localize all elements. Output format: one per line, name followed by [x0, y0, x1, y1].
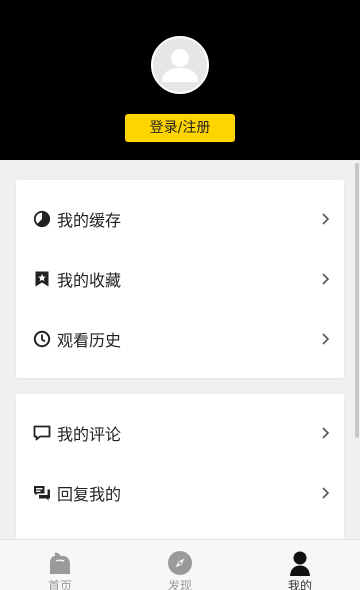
tab-label: 我的 — [287, 579, 312, 590]
pie-chart-icon — [33, 210, 51, 228]
chevron-right-icon — [322, 427, 330, 439]
tab-discover[interactable]: 发现 — [120, 540, 240, 590]
menu-item-replies[interactable]: 回复我的 — [16, 463, 344, 523]
bottom-tab-bar: 首页 发现 我的 — [0, 539, 360, 590]
comment-icon — [33, 424, 51, 442]
tab-mine[interactable]: 我的 — [240, 540, 360, 590]
compass-icon — [167, 550, 193, 576]
menu-item-history[interactable]: 观看历史 — [16, 309, 344, 369]
home-icon — [47, 550, 73, 576]
login-register-button[interactable]: 登录/注册 — [125, 114, 235, 142]
avatar[interactable] — [151, 36, 209, 94]
default-avatar-icon — [162, 49, 198, 82]
tab-home[interactable]: 首页 — [0, 540, 120, 590]
chevron-right-icon — [322, 213, 330, 225]
chevron-right-icon — [322, 487, 330, 499]
menu-item-label: 我的缓存 — [57, 211, 122, 230]
bookmark-star-icon — [33, 270, 51, 288]
reply-icon — [33, 484, 51, 502]
profile-icon — [287, 550, 313, 576]
clock-icon — [33, 330, 51, 348]
menu-item-my-comments[interactable]: 我的评论 — [16, 403, 344, 463]
menu-card-primary: 我的缓存 我的收藏 观看历史 — [16, 180, 344, 378]
scrollbar[interactable] — [355, 163, 359, 438]
menu-item-label: 我的评论 — [57, 425, 122, 444]
menu-item-cache[interactable]: 我的缓存 — [16, 189, 344, 249]
profile-header: 登录/注册 — [0, 0, 360, 160]
tab-label: 首页 — [47, 579, 72, 590]
chevron-right-icon — [322, 273, 330, 285]
menu-item-label: 我的收藏 — [57, 271, 122, 290]
menu-card-secondary: 我的评论 回复我的 — [16, 394, 344, 554]
menu-item-label: 观看历史 — [57, 331, 122, 350]
tab-label: 发现 — [167, 579, 192, 590]
menu-item-favorites[interactable]: 我的收藏 — [16, 249, 344, 309]
chevron-right-icon — [322, 333, 330, 345]
menu-item-label: 回复我的 — [57, 485, 122, 504]
